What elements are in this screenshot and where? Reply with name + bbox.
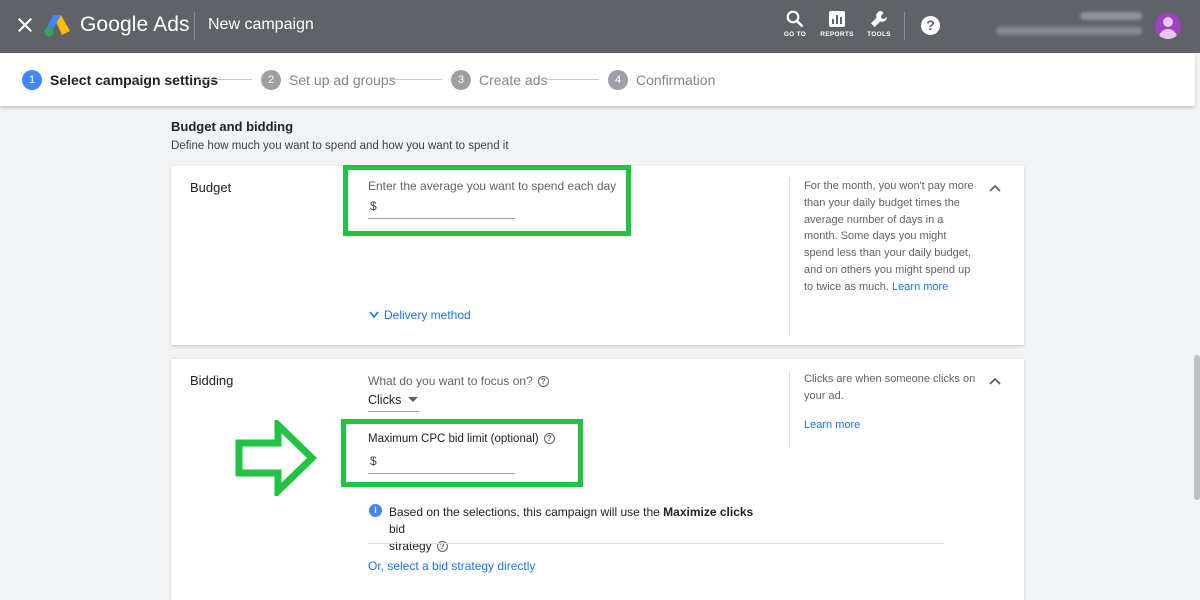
info-strategy-name: Maximize clicks	[663, 505, 754, 519]
wrench-icon	[871, 11, 887, 27]
arrow-annotation-icon	[235, 420, 318, 496]
step-set-up-ad-groups[interactable]: 2 Set up ad groups	[261, 70, 396, 90]
info-line2: strategy	[389, 539, 432, 553]
step-number: 3	[451, 70, 471, 90]
step-number: 1	[22, 70, 42, 90]
account-name-blurred	[1080, 12, 1142, 20]
delivery-method-toggle[interactable]: Delivery method	[368, 308, 471, 322]
avatar-head	[1163, 17, 1173, 27]
chevron-up-icon[interactable]	[989, 375, 1001, 387]
budget-learn-more-link[interactable]: Learn more	[892, 281, 948, 293]
info-icon: i	[369, 504, 382, 517]
reports-label: REPORTS	[820, 31, 854, 38]
focus-dropdown[interactable]: Clicks	[368, 393, 419, 412]
info-prefix: Based on the selections, this campaign w…	[389, 505, 664, 519]
tools-label: TOOLS	[867, 31, 891, 38]
bidding-label: Bidding	[190, 373, 234, 388]
info-suffix: bid	[389, 522, 406, 536]
step-confirmation[interactable]: 4 Confirmation	[608, 70, 715, 90]
top-app-bar: Google Ads New campaign GO TO REPORTS TO…	[0, 0, 1200, 53]
brand-name: Google Ads	[80, 13, 190, 36]
bidding-learn-more-link[interactable]: Learn more	[804, 419, 860, 431]
budget-help-body: For the month, you won't pay more than y…	[804, 180, 974, 293]
budget-help-text: For the month, you won't pay more than y…	[804, 178, 979, 296]
step-create-ads[interactable]: 3 Create ads	[451, 70, 547, 90]
account-info[interactable]	[996, 12, 1146, 35]
reports-button[interactable]: REPORTS	[817, 10, 857, 38]
card-divider	[789, 371, 790, 447]
avatar[interactable]	[1155, 13, 1181, 39]
section-subtitle: Define how much you want to spend and ho…	[171, 140, 509, 152]
select-bid-strategy-link[interactable]: Or, select a bid strategy directly	[368, 559, 535, 573]
search-icon	[786, 10, 804, 28]
delivery-method-label: Delivery method	[384, 308, 471, 322]
goto-button[interactable]: GO TO	[775, 10, 815, 38]
help-icon[interactable]: ?	[921, 16, 940, 35]
highlight-box-budget	[343, 165, 631, 236]
chevron-down-icon	[369, 311, 379, 319]
step-label: Confirmation	[636, 72, 716, 88]
step-label: Create ads	[479, 72, 548, 88]
step-label: Set up ad groups	[289, 72, 396, 88]
chevron-up-icon[interactable]	[989, 182, 1001, 194]
step-number: 2	[261, 70, 281, 90]
goto-label: GO TO	[783, 31, 807, 38]
dropdown-arrow-icon	[408, 397, 419, 402]
step-connector	[199, 79, 252, 80]
step-number: 4	[608, 70, 628, 90]
budget-label: Budget	[190, 180, 232, 195]
divider	[368, 543, 944, 544]
card-divider	[789, 178, 790, 336]
bid-strategy-info: Based on the selections, this campaign w…	[389, 504, 769, 555]
tools-button[interactable]: TOOLS	[859, 10, 899, 38]
highlight-box-max-cpc	[341, 419, 583, 487]
focus-question: What do you want to focus on??	[368, 374, 549, 388]
divider	[904, 12, 905, 40]
scrollbar[interactable]	[1194, 355, 1200, 500]
step-connector	[389, 79, 442, 80]
section-title: Budget and bidding	[171, 119, 294, 134]
account-id-blurred	[996, 27, 1142, 35]
step-label: Select campaign settings	[50, 72, 219, 88]
avatar-body	[1159, 29, 1177, 39]
google-ads-logo	[44, 15, 70, 37]
close-icon[interactable]	[14, 14, 36, 36]
bidding-help-text: Clicks are when someone clicks on your a…	[804, 373, 976, 402]
reports-icon	[829, 11, 845, 27]
divider	[194, 12, 195, 40]
focus-question-text: What do you want to focus on?	[368, 374, 533, 388]
step-select-campaign-settings[interactable]: 1 Select campaign settings	[22, 70, 218, 90]
page-title: New campaign	[208, 16, 314, 33]
focus-dropdown-value: Clicks	[368, 393, 402, 407]
step-connector	[546, 79, 599, 80]
help-circle-icon[interactable]: ?	[537, 376, 549, 388]
